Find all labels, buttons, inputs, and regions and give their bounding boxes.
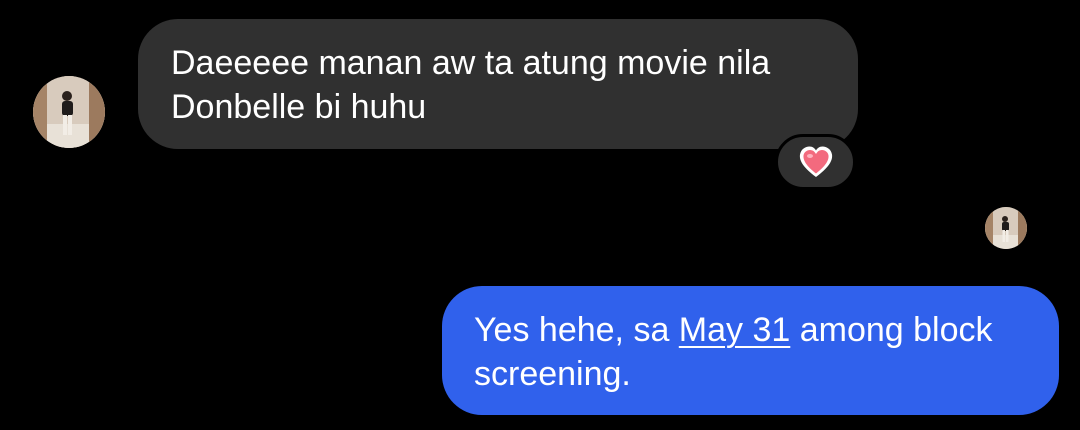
outgoing-text-before-date: Yes hehe, sa: [474, 311, 679, 349]
outgoing-text-after-date: among block: [790, 311, 993, 349]
message-reaction[interactable]: [775, 134, 856, 190]
outgoing-message-line-2: screening.: [474, 355, 631, 393]
contact-avatar[interactable]: [33, 76, 105, 148]
person-photo-icon: [33, 76, 105, 148]
incoming-message-line-1: Daeeeee manan aw ta atung movie nila: [171, 44, 771, 82]
outgoing-message-line-1: Yes hehe, sa May 31 among block: [474, 308, 1033, 352]
incoming-message-bubble[interactable]: Daeeeee manan aw ta atung movie nila Don…: [138, 19, 858, 149]
date-link[interactable]: May 31: [679, 311, 791, 349]
read-receipt-avatar: [985, 207, 1027, 249]
seen-by-avatar-icon: [985, 207, 1027, 249]
outgoing-message-bubble[interactable]: Yes hehe, sa May 31 among block screenin…: [442, 286, 1059, 415]
heart-emoji-icon: [799, 146, 832, 177]
incoming-message-line-2: Donbelle bi huhu: [171, 88, 427, 126]
